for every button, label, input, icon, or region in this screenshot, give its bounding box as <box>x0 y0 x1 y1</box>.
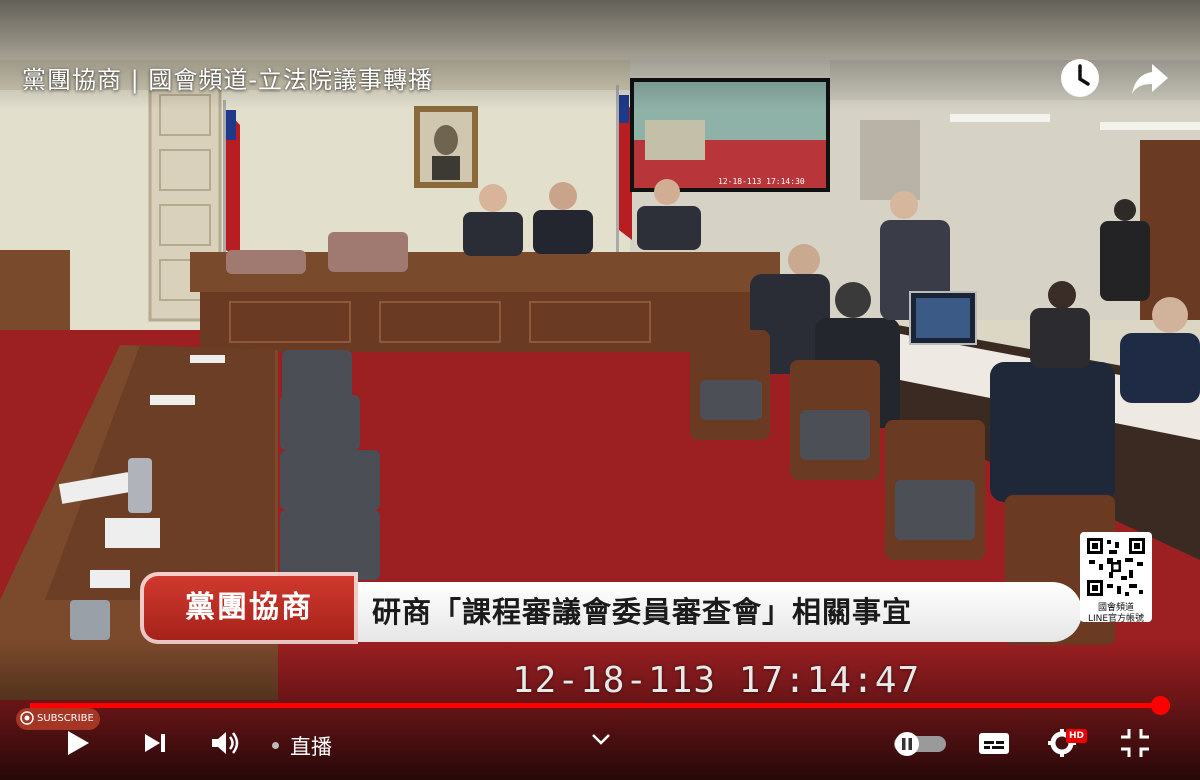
autoplay-toggle-icon <box>894 732 946 756</box>
play-icon <box>68 731 89 755</box>
play-button[interactable] <box>60 726 94 764</box>
headline-text: 研商「課程審議會委員審查會」相關事宜 <box>372 595 913 629</box>
qr-code-icon <box>1085 536 1147 598</box>
volume-icon <box>212 732 239 754</box>
subtitles-icon <box>979 733 1009 754</box>
live-indicator-dot <box>272 742 279 749</box>
line-qr-code: 國會頻道 LINE官方帳號 <box>1080 532 1152 624</box>
broadcast-timestamp: 12-18-113 17:14:47 <box>512 660 921 701</box>
chapter-expand-button[interactable] <box>588 728 614 754</box>
progress-bar[interactable] <box>30 696 1170 715</box>
autoplay-toggle[interactable] <box>890 726 948 764</box>
tag-text: 黨團協商 <box>185 590 313 625</box>
progress-fill <box>30 703 1160 708</box>
tag-box: 黨團協商 <box>140 572 358 644</box>
volume-button[interactable] <box>208 726 242 764</box>
progress-scrubber[interactable] <box>1150 696 1170 715</box>
share-icon[interactable] <box>1126 54 1174 102</box>
headline-box: 研商「課程審議會委員審查會」相關事宜 <box>356 582 1082 642</box>
next-icon <box>145 734 165 752</box>
clock-icon[interactable] <box>1056 54 1104 102</box>
exit-fullscreen-icon <box>1121 729 1149 757</box>
chevron-down-icon <box>592 734 610 745</box>
next-button[interactable] <box>140 726 172 764</box>
video-title[interactable]: 黨團協商 | 國會頻道-立法院議事轉播 <box>22 60 433 95</box>
qr-label-line2: LINE官方帳號 <box>1087 614 1145 624</box>
live-label[interactable]: 直播 <box>290 731 332 761</box>
hd-badge: HD <box>1066 729 1088 743</box>
subtitles-button[interactable] <box>976 726 1012 764</box>
exit-fullscreen-button[interactable] <box>1118 726 1152 764</box>
subscribe-icon <box>20 711 34 725</box>
video-player[interactable]: 12-18-113 17:14:30 黨團協商 | 國會頻道-立法院議事轉播 研… <box>0 0 1200 780</box>
screen-timestamp: 12-18-113 17:14:30 <box>718 177 805 186</box>
subscribe-label: SUBSCRIBE <box>37 713 94 724</box>
